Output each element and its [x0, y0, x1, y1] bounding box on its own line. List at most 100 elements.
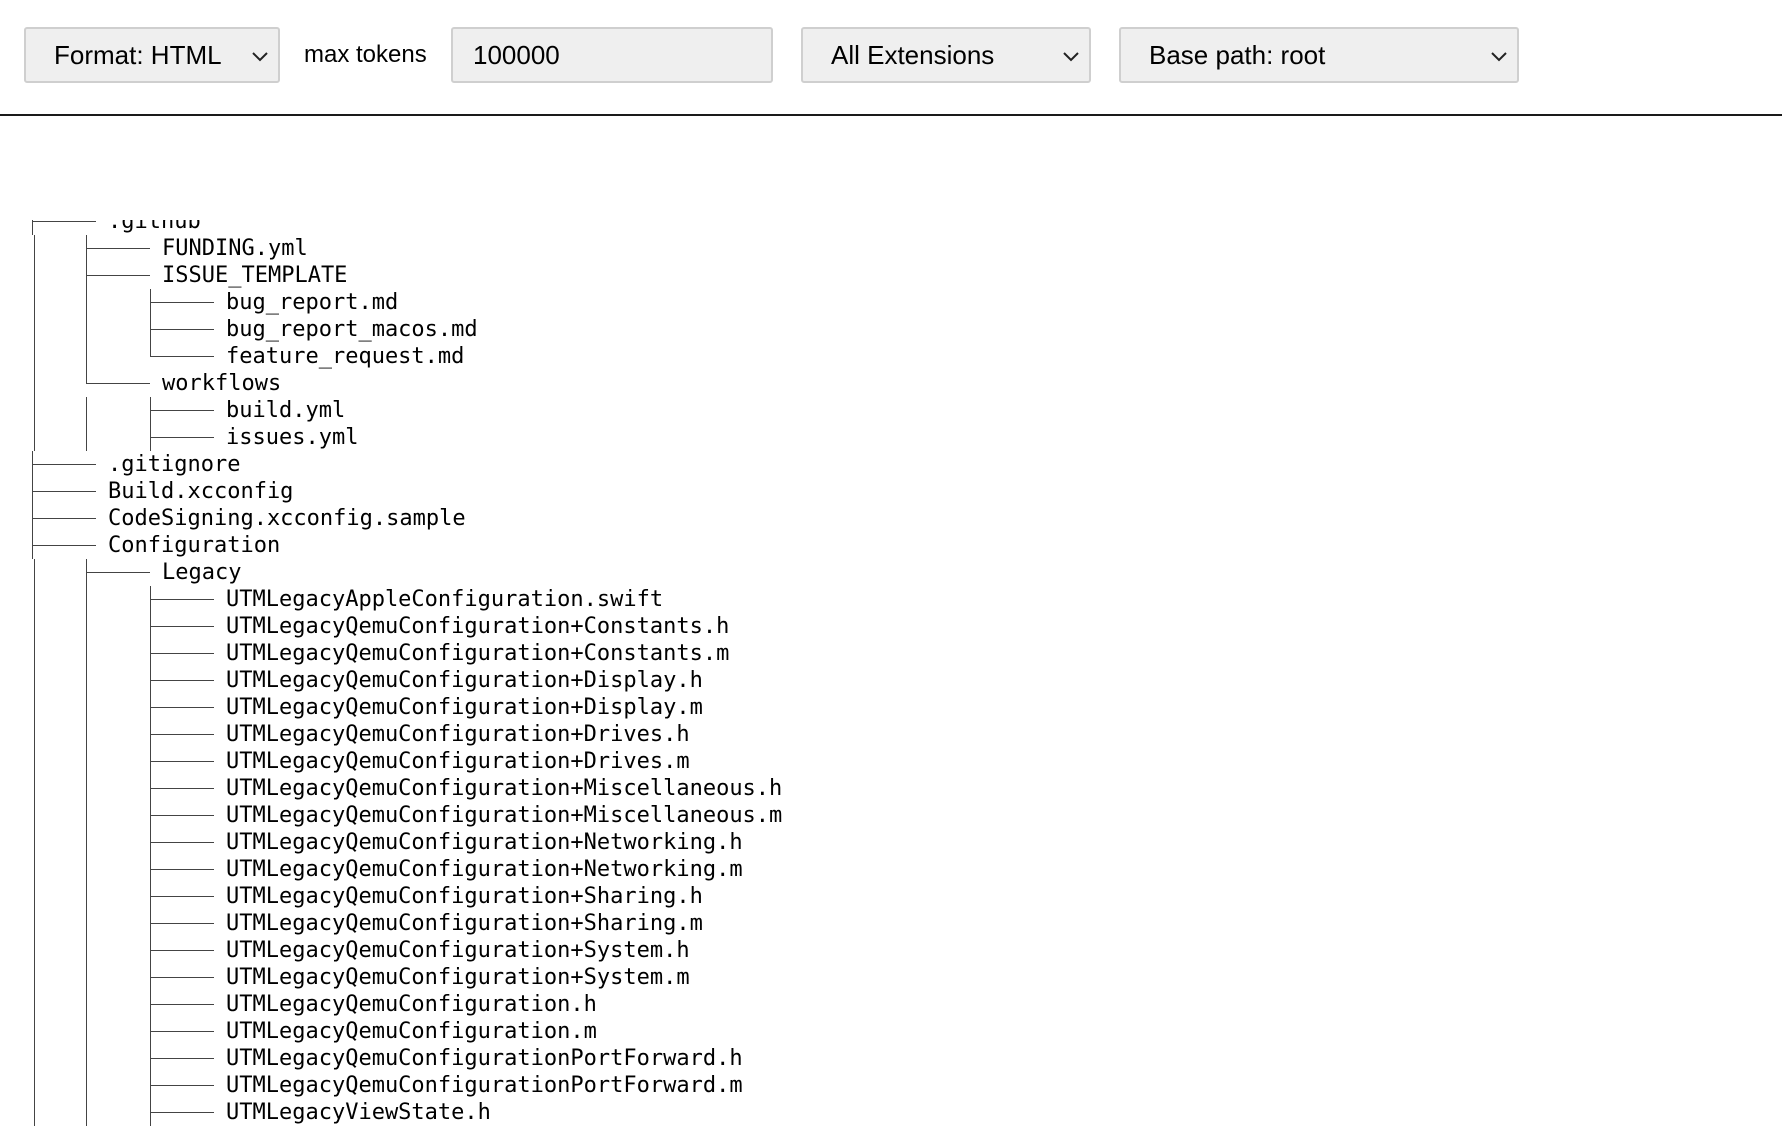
tree-row: CodeSigning.xcconfig.sample	[0, 505, 900, 532]
tree-row: Build.xcconfig	[0, 478, 900, 505]
tree-guide-line	[34, 343, 35, 370]
tree-branch-line	[32, 491, 96, 492]
tree-row: UTMLegacyQemuConfiguration+Sharing.m	[0, 910, 900, 937]
tree-guide-line	[34, 370, 35, 397]
tree-guide-line	[34, 748, 35, 775]
tree-guide-line	[34, 235, 35, 262]
tree-guide-line	[34, 910, 35, 937]
max-tokens-value: 100000	[473, 40, 560, 70]
tree-row: workflows	[0, 370, 900, 397]
tree-item-name: UTMLegacyQemuConfiguration.m	[226, 1019, 597, 1044]
tree-branch-line	[150, 707, 214, 708]
tree-branch-line	[32, 464, 96, 465]
tree-row: UTMLegacyQemuConfiguration+Constants.h	[0, 613, 900, 640]
tree-row: UTMLegacyQemuConfiguration+Networking.h	[0, 829, 900, 856]
tree-branch-line	[150, 1112, 214, 1113]
tree-row: UTMLegacyQemuConfiguration+Drives.h	[0, 721, 900, 748]
tree-branch-line	[150, 1085, 214, 1086]
tree-item-name: workflows	[162, 371, 282, 396]
tree-row: bug_report.md	[0, 289, 900, 316]
chevron-down-icon	[252, 52, 268, 62]
tree-row: UTMLegacyAppleConfiguration.swift	[0, 586, 900, 613]
tree-guide-line	[86, 586, 87, 613]
tree-guide-line	[86, 1045, 87, 1072]
tree-branch-line	[150, 653, 214, 654]
tree-row: UTMLegacyQemuConfiguration+Display.m	[0, 694, 900, 721]
tree-branch-line	[150, 1031, 214, 1032]
base-path-select-value: Base path: root	[1149, 40, 1326, 70]
tree-item-name: issues.yml	[226, 425, 359, 450]
tree-branch-line	[150, 599, 214, 600]
tree-row: .gitignore	[0, 451, 900, 478]
tree-guide-line	[34, 667, 35, 694]
tree-row: UTMLegacyQemuConfiguration+Drives.m	[0, 748, 900, 775]
tree-item-name: .github	[108, 220, 201, 234]
tree-guide-line	[34, 640, 35, 667]
tree-row: UTMLegacyQemuConfiguration+Display.h	[0, 667, 900, 694]
tree-item-name: UTMLegacyQemuConfigurationPortForward.h	[226, 1046, 743, 1071]
tree-branch-line	[32, 518, 96, 519]
tree-guide-line	[34, 694, 35, 721]
tree-branch-line	[150, 343, 151, 357]
base-path-select[interactable]: Base path: root	[1119, 27, 1519, 83]
tree-guide-line	[86, 856, 87, 883]
tree-branch-line	[86, 383, 150, 384]
tree-row: UTMLegacyQemuConfiguration+Constants.m	[0, 640, 900, 667]
max-tokens-input[interactable]: 100000	[451, 27, 773, 83]
tree-item-name: FUNDING.yml	[162, 236, 308, 261]
tree-guide-line	[34, 424, 35, 451]
tree-row: UTMLegacyQemuConfiguration+System.m	[0, 964, 900, 991]
tree-item-name: bug_report_macos.md	[226, 317, 478, 342]
tree-item-name: UTMLegacyQemuConfiguration+Networking.m	[226, 857, 743, 882]
tree-guide-line	[86, 910, 87, 937]
tree-row: UTMLegacyQemuConfiguration+Sharing.h	[0, 883, 900, 910]
tree-row: ISSUE_TEMPLATE	[0, 262, 900, 289]
tree-row: feature_request.md	[0, 343, 900, 370]
tree-item-name: UTMLegacyAppleConfiguration.swift	[226, 587, 664, 612]
tree-guide-line	[34, 775, 35, 802]
tree-item-name: CodeSigning.xcconfig.sample	[108, 506, 466, 531]
tree-branch-line	[150, 869, 214, 870]
tree-row: UTMLegacyQemuConfigurationPortForward.m	[0, 1072, 900, 1099]
tree-branch-line	[150, 410, 214, 411]
tree-guide-line	[34, 559, 35, 586]
tree-guide-line	[86, 883, 87, 910]
tree-item-name: UTMLegacyQemuConfiguration+Sharing.m	[226, 911, 703, 936]
tree-branch-line	[150, 923, 214, 924]
format-select[interactable]: Format: HTML	[24, 27, 280, 83]
tree-item-name: bug_report.md	[226, 290, 399, 315]
tree-row: UTMLegacyQemuConfigurationPortForward.h	[0, 1045, 900, 1072]
tree-guide-line	[86, 424, 87, 451]
tree-guide-line	[34, 397, 35, 424]
tree-item-name: UTMLegacyViewState.h	[226, 1100, 491, 1125]
tree-guide-line	[34, 829, 35, 856]
tree-guide-line	[86, 748, 87, 775]
tree-guide-line	[86, 1018, 87, 1045]
tree-branch-line	[150, 680, 214, 681]
tree-guide-line	[34, 883, 35, 910]
tree-guide-line	[34, 721, 35, 748]
tree-item-name: build.yml	[226, 398, 346, 423]
tree-guide-line	[86, 964, 87, 991]
tree-row: issues.yml	[0, 424, 900, 451]
tree-guide-line	[86, 937, 87, 964]
tree-guide-line	[86, 316, 87, 343]
file-tree: .github FUNDING.yml ISSUE_TEMPLATE bug_repo…	[0, 220, 1782, 1142]
tree-row: UTMLegacyQemuConfiguration+Miscellaneous…	[0, 802, 900, 829]
tree-guide-line	[34, 1045, 35, 1072]
tree-item-name: UTMLegacyQemuConfiguration+Constants.m	[226, 641, 730, 666]
tree-row: Legacy	[0, 559, 900, 586]
tree-guide-line	[86, 667, 87, 694]
extensions-select[interactable]: All Extensions	[801, 27, 1091, 83]
tree-row: UTMLegacyQemuConfiguration+System.h	[0, 937, 900, 964]
tree-guide-line	[34, 586, 35, 613]
tree-branch-line	[150, 842, 214, 843]
tree-item-name: UTMLegacyQemuConfiguration+Miscellaneous…	[226, 776, 783, 801]
tree-branch-line	[86, 572, 150, 573]
tree-row: UTMLegacyViewState.h	[0, 1099, 900, 1126]
tree-guide-line	[86, 991, 87, 1018]
tree-branch-line	[32, 220, 33, 235]
tree-guide-line	[86, 694, 87, 721]
tree-branch-line	[150, 329, 214, 330]
tree-guide-line	[34, 1099, 35, 1126]
